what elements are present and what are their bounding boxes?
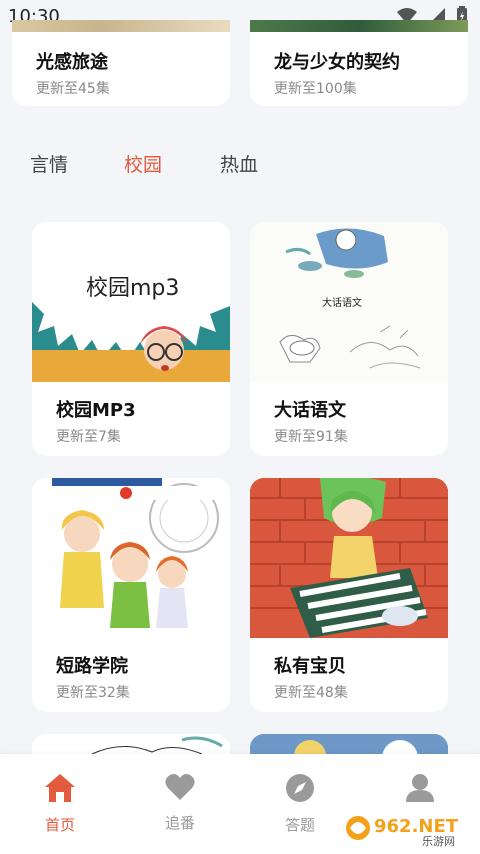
comic-card-siyou-baobei[interactable]: 私有宝贝 更新至48集 (250, 478, 448, 712)
nav-label: 答题 (284, 816, 315, 834)
cover-art-speech-bubble (32, 222, 230, 382)
comic-episodes: 更新至48集 (274, 685, 348, 701)
compass-icon (286, 774, 314, 802)
user-icon (406, 774, 434, 802)
comic-cover (32, 478, 230, 638)
comic-episodes: 更新至100集 (274, 81, 357, 97)
home-icon (45, 774, 75, 802)
comic-card-duanlu-xueyuan[interactable]: 短路学院 更新至32集 (32, 478, 230, 712)
comic-title: 私有宝贝 (274, 656, 346, 677)
nav-label: 追番 (164, 814, 195, 832)
cover-strip (12, 20, 230, 32)
watermark-sub: 乐游网 (422, 835, 455, 848)
nav-dati[interactable]: 答题 (260, 772, 340, 835)
comic-card-top-2[interactable]: 龙与少女的契约 更新至100集 (250, 20, 468, 106)
tab-rexue[interactable]: 热血 (220, 150, 258, 177)
bottom-nav: 首页 追番 答题 我的 962.NET 乐游网 (0, 754, 480, 854)
comic-cover: 大话语文 (250, 222, 448, 382)
tab-yanqing[interactable]: 言情 (30, 150, 68, 177)
heart-icon (165, 774, 195, 800)
comic-episodes: 更新至7集 (56, 429, 121, 445)
comic-card-xiaoyuan-mp3[interactable]: 校园mp3 校园MP3 更新至7集 (32, 222, 230, 456)
nav-home[interactable]: 首页 (20, 772, 100, 835)
category-tabs: 言情 校园 热血 (0, 150, 480, 182)
comic-title: 校园MP3 (56, 400, 136, 421)
cover-title-text: 大话语文 (322, 298, 362, 309)
comic-episodes: 更新至32集 (56, 685, 130, 701)
cover-strip (250, 20, 468, 32)
comic-card-dahua-yuwen[interactable]: 大话语文 大话语文 更新至91集 (250, 222, 448, 456)
comic-cover: 校园mp3 (32, 222, 230, 382)
comic-card-top-1[interactable]: 光感旅途 更新至45集 (12, 20, 230, 106)
cover-title-text: 校园mp3 (86, 276, 180, 301)
watermark-text: 962.NET (374, 816, 459, 837)
comic-episodes: 更新至45集 (36, 81, 110, 97)
comic-title: 光感旅途 (36, 52, 108, 73)
comic-title: 大话语文 (274, 400, 346, 421)
nav-zhuifan[interactable]: 追番 (140, 772, 220, 833)
comic-title: 短路学院 (56, 656, 128, 677)
cover-art-students (32, 478, 230, 638)
site-watermark-logo: 962.NET 乐游网 (344, 808, 474, 848)
comic-cover (250, 478, 448, 638)
tab-xiaoyuan[interactable]: 校园 (124, 150, 162, 177)
comic-title: 龙与少女的契约 (274, 52, 400, 73)
cover-art-girl-brickwall (250, 478, 448, 638)
nav-label: 首页 (44, 816, 75, 834)
comic-episodes: 更新至91集 (274, 429, 348, 445)
